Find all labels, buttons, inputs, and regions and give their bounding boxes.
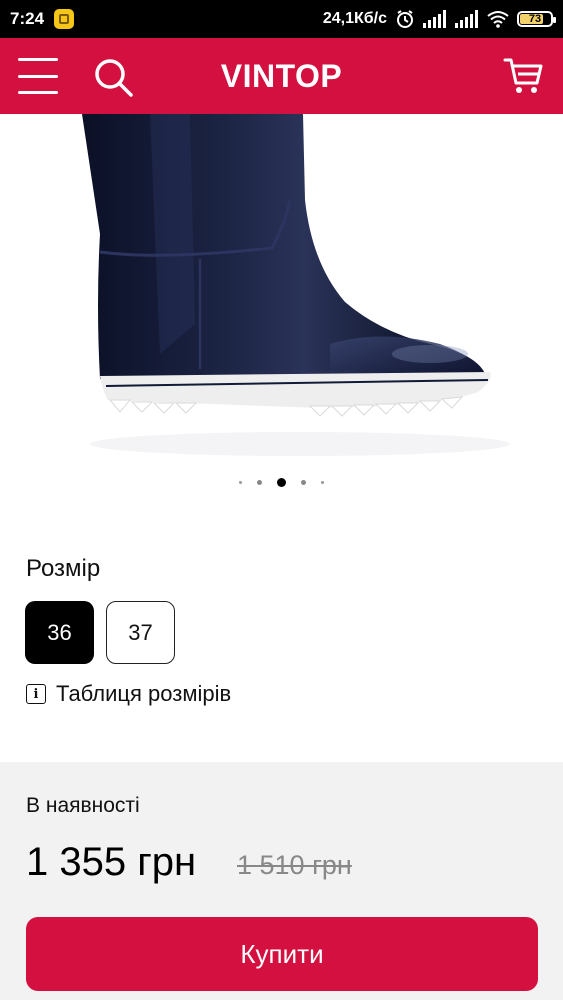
size-label: Розмір (26, 555, 101, 582)
size-option-37[interactable]: 37 (106, 601, 175, 664)
battery-level: 73 (528, 13, 542, 25)
pagination-dot[interactable] (301, 479, 306, 485)
brand-logo[interactable]: VINTOP (0, 38, 563, 114)
app-header: VINTOP (0, 38, 563, 114)
buy-button[interactable]: Купити (26, 917, 538, 991)
menu-icon[interactable] (18, 58, 58, 94)
current-price: 1 355 грн (26, 840, 197, 884)
alarm-icon (395, 9, 415, 29)
product-photo (82, 114, 510, 456)
product-image[interactable] (0, 114, 563, 514)
wifi-icon (487, 10, 509, 28)
battery-icon: 73 (517, 11, 556, 27)
size-table-label: Таблиця розмірів (56, 681, 232, 706)
pagination-dot[interactable] (239, 480, 242, 484)
size-table-link[interactable]: i Таблиця розмірів (26, 681, 231, 707)
purchase-panel: В наявності 1 355 грн 1 510 грн Купити (0, 762, 563, 1000)
signal-icon (455, 10, 479, 28)
status-indicators: 24,1Кб/с 73 (322, 9, 556, 29)
availability-status: В наявності (26, 794, 140, 817)
pagination-dot[interactable] (257, 479, 262, 485)
pagination-dot-active[interactable] (277, 477, 286, 487)
network-speed: 24,1Кб/с (322, 10, 387, 27)
status-time: 7:24 (10, 9, 45, 28)
app-notification-icon (54, 9, 75, 29)
size-option-36[interactable]: 36 (25, 601, 94, 664)
gallery-pagination[interactable] (0, 476, 563, 488)
status-bar: 7:24 24,1Кб/с 73 (0, 0, 563, 38)
pagination-dot[interactable] (321, 480, 324, 484)
info-icon: i (26, 684, 46, 704)
signal-icon (423, 10, 447, 28)
old-price: 1 510 грн (237, 850, 352, 880)
cart-icon[interactable] (503, 55, 545, 97)
search-icon[interactable] (92, 56, 134, 98)
